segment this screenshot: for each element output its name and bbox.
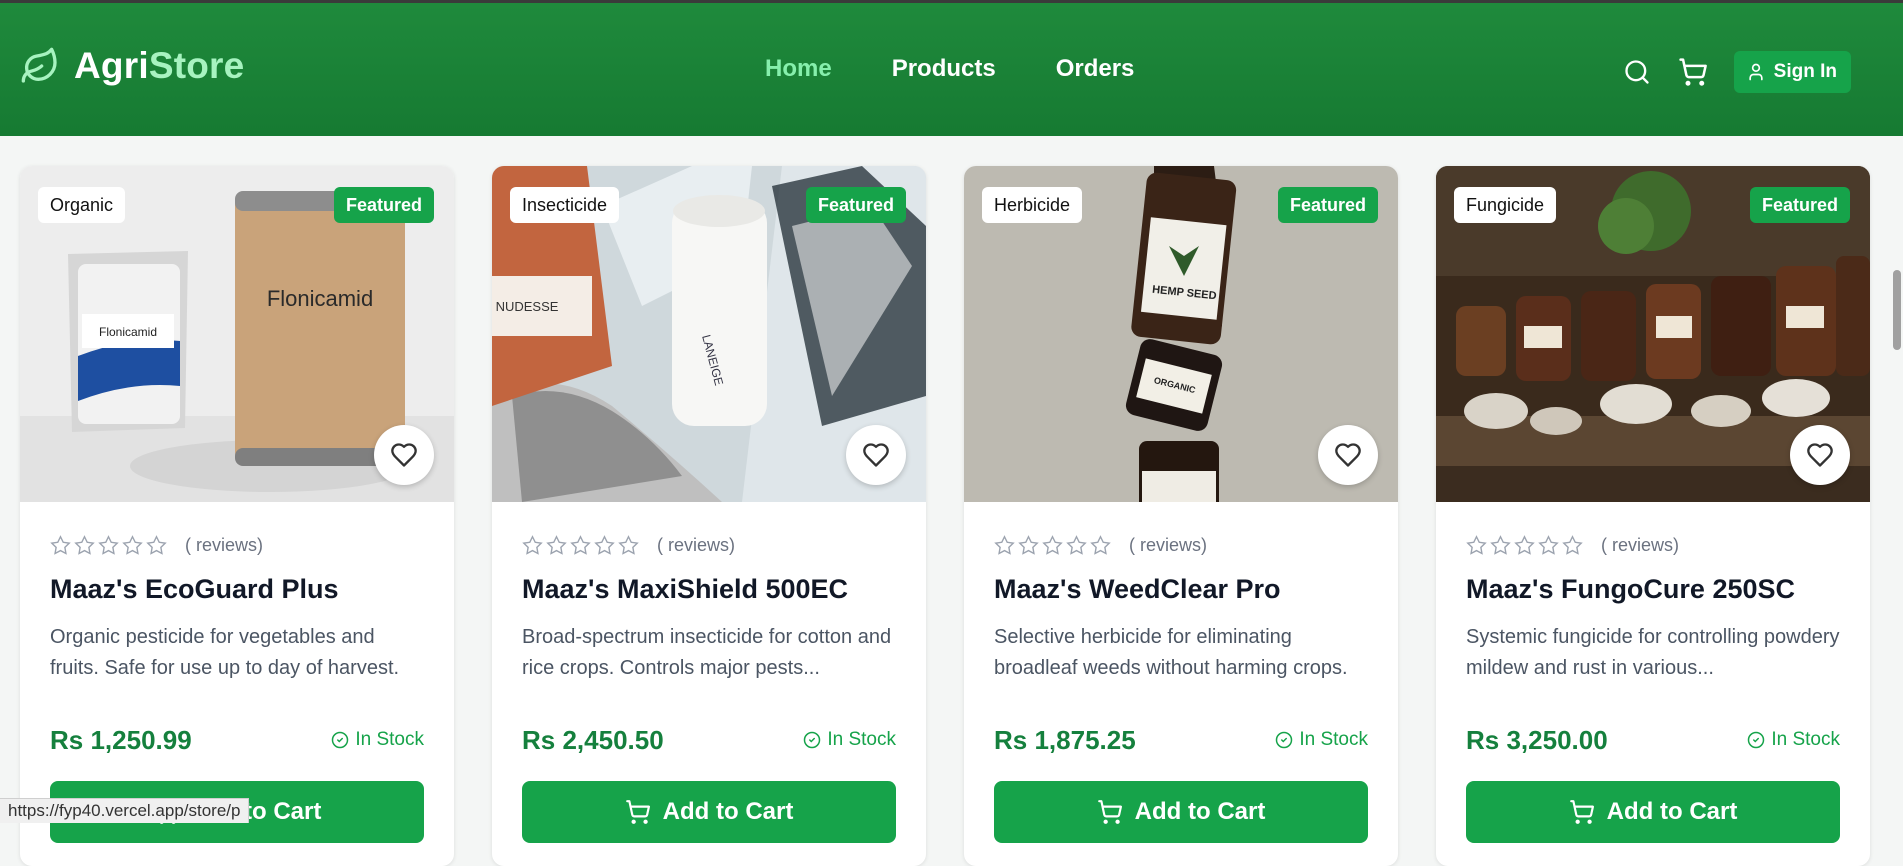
check-circle-icon — [1276, 731, 1293, 749]
product-description: Selective herbicide for eliminating broa… — [994, 626, 1348, 679]
add-to-cart-label: Add to Cart — [662, 798, 794, 825]
featured-badge: Featured — [333, 187, 434, 223]
cart-icon[interactable] — [1678, 57, 1708, 87]
stock-status: In Stock — [1275, 729, 1368, 751]
heart-icon — [863, 443, 889, 467]
product-name[interactable]: Maaz's EcoGuard Plus — [50, 574, 424, 610]
review-count: ( reviews) — [185, 534, 264, 555]
sign-in-label: Sign In — [1773, 61, 1837, 82]
product-info: ( reviews) Maaz's FungoCure 250SC System… — [1436, 532, 1870, 843]
rating: ( reviews) — [1466, 532, 1840, 558]
cart-icon — [625, 800, 650, 824]
add-to-cart-label: Add to Cart — [1606, 798, 1738, 825]
product-description: Systemic fungicide for controlling powde… — [1466, 626, 1840, 679]
star-rating-icons — [994, 534, 1111, 556]
stock-label: In Stock — [355, 729, 424, 750]
wishlist-button[interactable] — [374, 425, 434, 485]
product-name[interactable]: Maaz's WeedClear Pro — [994, 574, 1368, 610]
cart-icon — [1569, 800, 1594, 824]
product-info: ( reviews) Maaz's EcoGuard Plus Organic … — [20, 532, 454, 843]
category-badge: Herbicide — [982, 187, 1083, 223]
price-row: Rs 1,875.25 In Stock — [994, 724, 1368, 756]
add-to-cart-button[interactable]: Add to Cart — [1466, 781, 1840, 843]
product-price: Rs 3,250.00 — [1466, 724, 1608, 755]
image-text-bag: Flonicamid — [99, 325, 157, 339]
category-badge: Insecticide — [510, 187, 620, 223]
check-circle-icon — [804, 731, 821, 749]
product-description: Broad-spectrum insecticide for cotton an… — [522, 626, 892, 679]
product-name[interactable]: Maaz's FungoCure 250SC — [1466, 574, 1840, 610]
price-row: Rs 1,250.99 In Stock — [50, 724, 424, 756]
brand-name-part1: Agri — [74, 45, 149, 86]
heart-icon — [1807, 443, 1833, 467]
product-grid: Flonicamid Flonicamid Organic Featured (… — [20, 166, 1870, 866]
product-card[interactable]: Flonicamid Flonicamid Organic Featured (… — [20, 166, 454, 866]
star-rating-icons — [1466, 534, 1583, 556]
link-status-bar: https://fyp40.vercel.app/store/p — [0, 798, 250, 823]
review-count: ( reviews) — [657, 534, 736, 555]
product-card[interactable]: NUDESSE LANEIGE Insecticide Featured (r… — [492, 166, 926, 866]
featured-badge: Featured — [1277, 187, 1378, 223]
category-badge: Organic — [38, 187, 126, 223]
nav-home[interactable]: Home — [765, 55, 832, 83]
add-to-cart-button[interactable]: Add to Cart — [522, 781, 896, 843]
search-icon[interactable] — [1622, 57, 1652, 87]
product-card[interactable]: Fungicide Featured ( reviews) Maaz's Fun… — [1436, 166, 1870, 866]
rating: ( reviews) — [994, 532, 1368, 558]
brand-logo[interactable]: AgriStore — [20, 45, 244, 87]
brand-name-part2: Store — [148, 45, 245, 86]
product-image[interactable]: Flonicamid Flonicamid Organic Featured — [20, 166, 454, 502]
cart-icon — [1097, 800, 1122, 824]
product-image[interactable]: Fungicide Featured — [1436, 166, 1870, 502]
nav-orders[interactable]: Orders — [1056, 55, 1135, 83]
stock-label: In Stock — [1771, 729, 1840, 750]
check-circle-icon — [1748, 731, 1765, 749]
product-price: Rs 1,875.25 — [994, 724, 1136, 755]
header-actions: Sign In — [1622, 51, 1851, 93]
add-to-cart-button[interactable]: Add to Cart — [994, 781, 1368, 843]
product-name[interactable]: Maaz's MaxiShield 500EC — [522, 574, 896, 610]
stock-label: In Stock — [1299, 729, 1368, 750]
heart-icon — [1335, 443, 1361, 467]
product-image[interactable]: NUDESSE LANEIGE Insecticide Featured — [492, 166, 926, 502]
add-to-cart-label: Add to Cart — [1134, 798, 1266, 825]
wishlist-button[interactable] — [1790, 425, 1850, 485]
check-circle-icon — [332, 731, 349, 749]
stock-status: In Stock — [803, 729, 896, 751]
product-card[interactable]: HEMP SEED ORGANIC Herbicide Featured (r… — [964, 166, 1398, 866]
product-price: Rs 2,450.50 — [522, 724, 664, 755]
star-rating-icons — [522, 534, 639, 556]
product-price: Rs 1,250.99 — [50, 724, 192, 755]
category-badge: Fungicide — [1454, 187, 1557, 223]
featured-badge: Featured — [1749, 187, 1850, 223]
rating: ( reviews) — [50, 532, 424, 558]
star-rating-icons — [50, 534, 167, 556]
page-scrollbar[interactable] — [1893, 270, 1901, 350]
image-text-jar: NUDESSE — [496, 299, 559, 314]
review-count: ( reviews) — [1129, 534, 1208, 555]
brand-name: AgriStore — [74, 45, 244, 87]
stock-label: In Stock — [827, 729, 896, 750]
product-description: Organic pesticide for vegetables and fru… — [50, 626, 400, 679]
review-count: ( reviews) — [1601, 534, 1680, 555]
rating: ( reviews) — [522, 532, 896, 558]
price-row: Rs 3,250.00 In Stock — [1466, 724, 1840, 756]
sign-in-button[interactable]: Sign In — [1733, 51, 1851, 93]
heart-icon — [391, 443, 417, 467]
product-info: ( reviews) Maaz's WeedClear Pro Selectiv… — [964, 532, 1398, 843]
nav-products[interactable]: Products — [892, 55, 996, 83]
stock-status: In Stock — [1747, 729, 1840, 751]
wishlist-button[interactable] — [1318, 425, 1378, 485]
user-icon — [1749, 63, 1763, 81]
product-info: ( reviews) Maaz's MaxiShield 500EC Broad… — [492, 532, 926, 843]
stock-status: In Stock — [331, 729, 424, 751]
product-image[interactable]: HEMP SEED ORGANIC Herbicide Featured — [964, 166, 1398, 502]
featured-badge: Featured — [805, 187, 906, 223]
main-nav: Home Products Orders — [765, 55, 1134, 83]
image-text-drum: Flonicamid — [267, 286, 373, 311]
price-row: Rs 2,450.50 In Stock — [522, 724, 896, 756]
site-header: AgriStore Home Products Orders Sign In — [0, 3, 1903, 136]
wishlist-button[interactable] — [846, 425, 906, 485]
leaf-icon — [21, 47, 57, 83]
